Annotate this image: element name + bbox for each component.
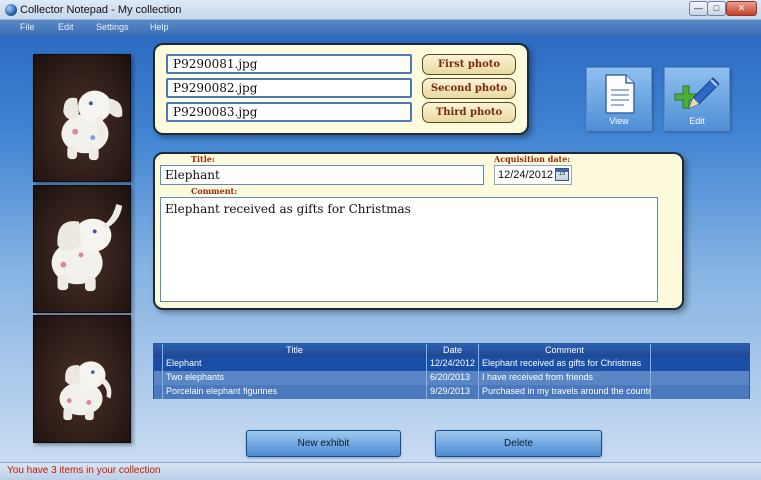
elephant-figurine-image xyxy=(61,90,123,161)
header-row-marker xyxy=(154,344,163,357)
title-input[interactable]: Elephant xyxy=(160,165,484,185)
column-header-title[interactable]: Title xyxy=(163,344,427,357)
table-row[interactable]: Elephant 12/24/2012 Elephant received as… xyxy=(154,357,749,371)
column-header-comment[interactable]: Comment xyxy=(479,344,651,357)
row-title-cell: Elephant xyxy=(163,357,427,371)
new-exhibit-button[interactable]: New exhibit xyxy=(246,430,401,457)
photo-files-panel: P9290081.jpg P9290082.jpg P9290083.jpg F… xyxy=(153,43,529,135)
first-photo-button[interactable]: First photo xyxy=(422,54,516,75)
pencil-plus-icon xyxy=(674,77,719,109)
menu-file[interactable]: File xyxy=(20,22,35,32)
row-date-cell: 9/29/2013 xyxy=(427,385,479,399)
status-bar: You have 3 items in your collection xyxy=(0,462,761,480)
title-bar: Collector Notepad - My collection — □ ✕ xyxy=(0,0,761,20)
close-button[interactable]: ✕ xyxy=(726,1,757,16)
app-icon xyxy=(5,4,17,16)
row-title-cell: Two elephants xyxy=(163,371,427,385)
row-marker xyxy=(154,385,163,399)
row-date-cell: 12/24/2012 xyxy=(427,357,479,371)
second-photo-button[interactable]: Second photo xyxy=(422,78,516,99)
comment-label: Comment: xyxy=(191,186,238,196)
comment-textarea[interactable]: Elephant received as gifts for Christmas xyxy=(160,197,658,302)
status-text: You have 3 items in your collection xyxy=(7,465,161,476)
document-icon xyxy=(605,74,635,114)
third-photo-file-input[interactable]: P9290083.jpg xyxy=(166,102,412,122)
row-comment-cell: I have received from friends xyxy=(479,371,651,385)
table-header: Title Date Comment xyxy=(154,344,749,357)
photo-2[interactable] xyxy=(33,185,131,313)
edit-button[interactable]: Edit xyxy=(664,67,730,131)
menu-settings[interactable]: Settings xyxy=(96,22,129,32)
table-row[interactable]: Porcelain elephant figurines 9/29/2013 P… xyxy=(154,385,749,399)
view-button[interactable]: View xyxy=(586,67,652,131)
photo-1[interactable] xyxy=(33,54,131,182)
elephant-figurine-image xyxy=(59,361,112,421)
table-row[interactable]: Two elephants 6/20/2013 I have received … xyxy=(154,371,749,385)
window-title: Collector Notepad - My collection xyxy=(20,4,182,16)
row-title-cell: Porcelain elephant figurines xyxy=(163,385,427,399)
collection-table: Title Date Comment Elephant 12/24/2012 E… xyxy=(153,343,750,399)
row-comment-cell: Elephant received as gifts for Christmas xyxy=(479,357,651,371)
calendar-icon[interactable]: 15 xyxy=(555,168,569,181)
row-marker xyxy=(154,357,163,371)
row-date-cell: 6/20/2013 xyxy=(427,371,479,385)
exhibit-details-panel: Title: Elephant Acquisition date: 12/24/… xyxy=(153,152,684,310)
edit-button-label: Edit xyxy=(689,116,705,126)
title-label: Title: xyxy=(191,154,215,164)
first-photo-file-input[interactable]: P9290081.jpg xyxy=(166,54,412,74)
menu-bar: File Edit Settings Help xyxy=(0,20,761,35)
view-button-label: View xyxy=(609,116,629,126)
row-marker xyxy=(154,371,163,385)
minimize-button[interactable]: — xyxy=(689,1,708,16)
menu-help[interactable]: Help xyxy=(150,22,169,32)
elephant-figurine-image xyxy=(51,203,123,292)
third-photo-button[interactable]: Third photo xyxy=(422,102,516,123)
row-comment-cell: Purchased in my travels around the count… xyxy=(479,385,651,399)
acquisition-date-label: Acquisition date: xyxy=(494,154,571,164)
maximize-button[interactable]: □ xyxy=(707,1,726,16)
photo-3[interactable] xyxy=(33,315,131,443)
column-header-date[interactable]: Date xyxy=(427,344,479,357)
delete-button[interactable]: Delete xyxy=(435,430,602,457)
menu-edit[interactable]: Edit xyxy=(58,22,74,32)
second-photo-file-input[interactable]: P9290082.jpg xyxy=(166,78,412,98)
